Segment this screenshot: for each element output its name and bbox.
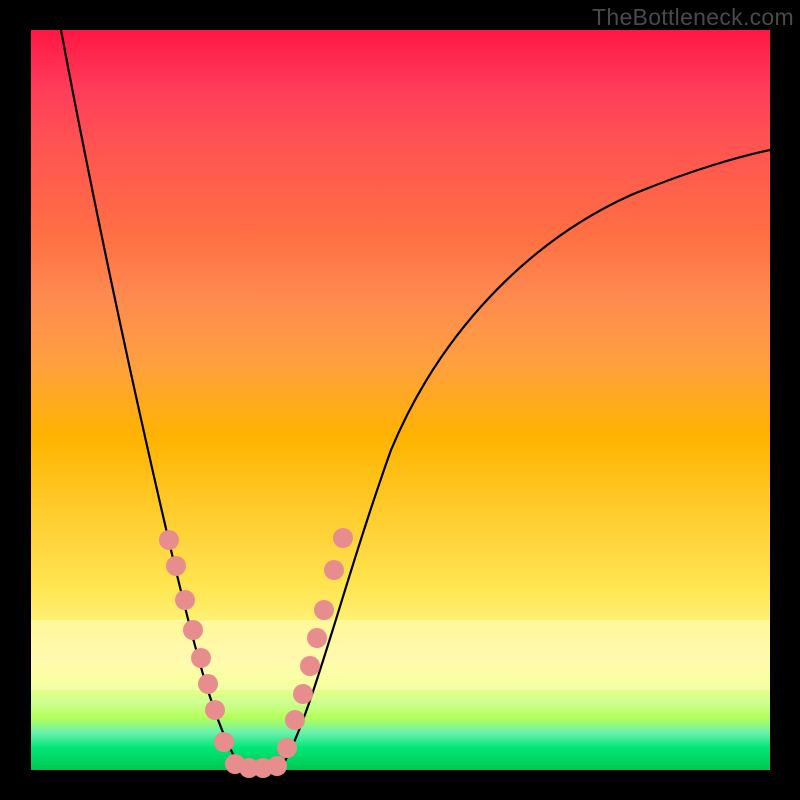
data-dot [183,620,203,640]
data-dot [205,700,225,720]
data-dot [307,628,327,648]
data-dot [277,738,297,758]
data-dot [198,674,218,694]
data-dot [191,648,211,668]
data-dot [285,710,305,730]
data-dot [293,684,313,704]
data-dot [175,590,195,610]
attribution-text: TheBottleneck.com [592,4,794,31]
data-dot [314,600,334,620]
data-dot [214,732,234,752]
data-dot [159,530,179,550]
data-dot [267,756,287,776]
data-dot [333,528,353,548]
data-dot [324,560,344,580]
bottleneck-curve [31,30,770,770]
data-dot [166,556,186,576]
data-dot [300,656,320,676]
